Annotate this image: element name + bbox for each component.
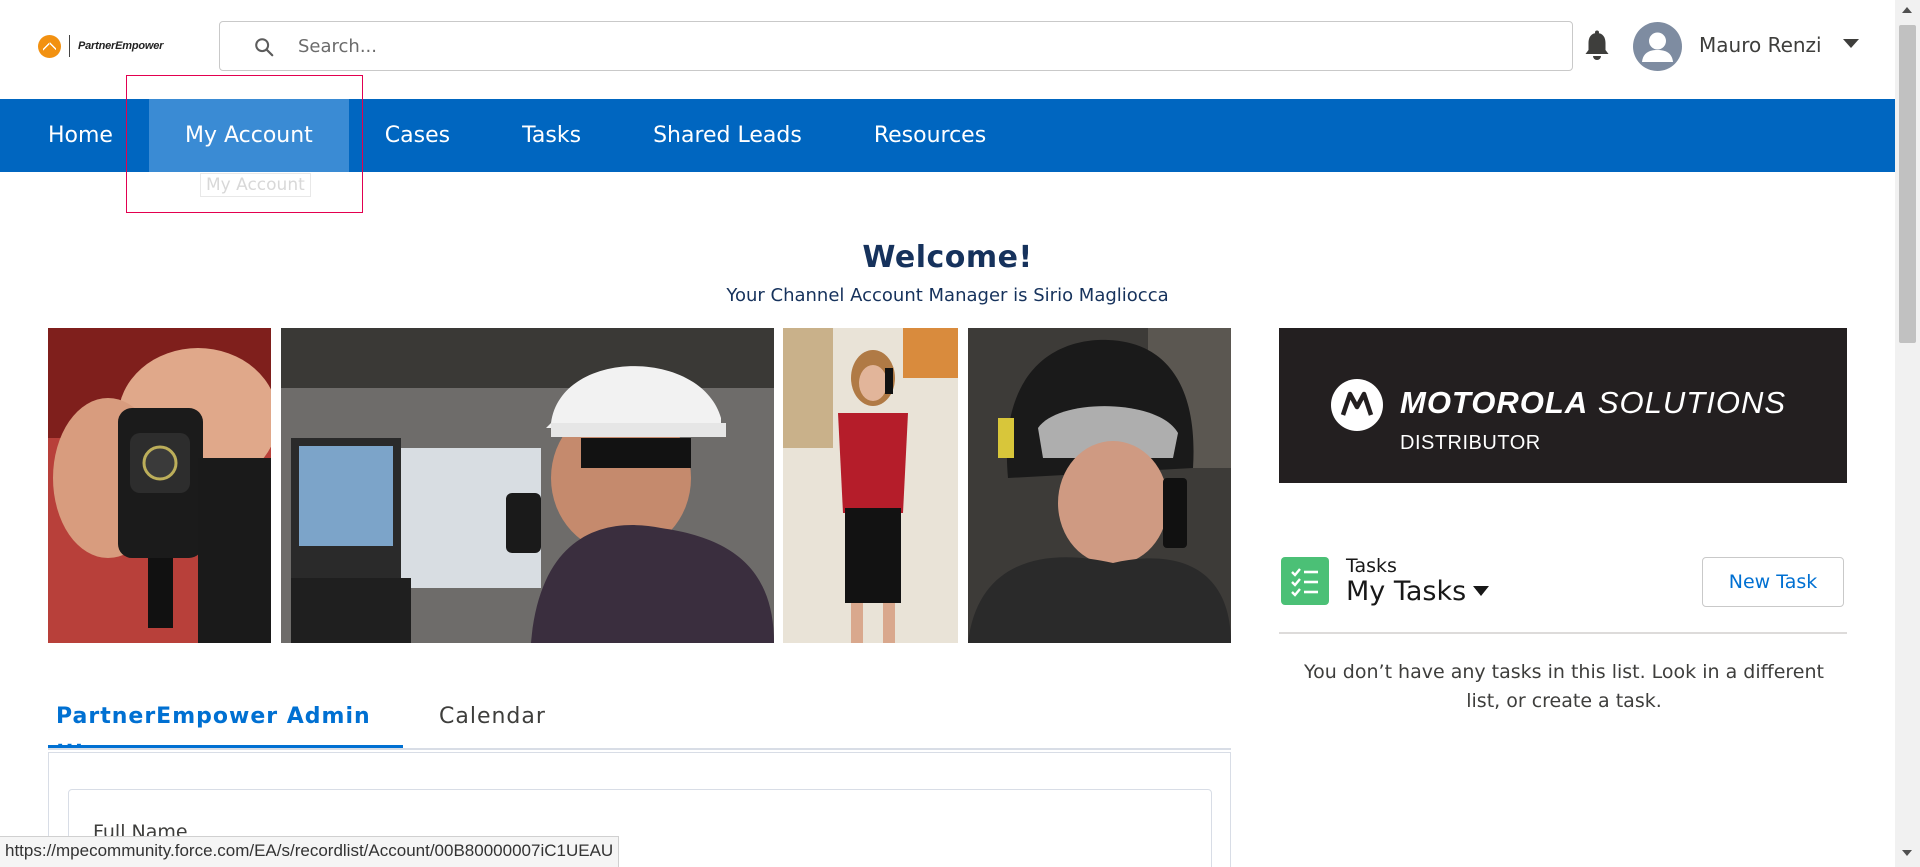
tabs-underline <box>48 748 1231 750</box>
nav-item-shared-leads[interactable]: Shared Leads <box>617 99 838 172</box>
motorola-m-logo-icon <box>1331 379 1383 431</box>
scroll-up-arrow-icon[interactable] <box>1902 7 1912 13</box>
nav-item-my-account[interactable]: My Account <box>148 99 349 172</box>
nav-item-home[interactable]: Home <box>0 99 149 172</box>
tab-calendar[interactable]: Calendar <box>439 704 546 748</box>
new-task-button[interactable]: New Task <box>1702 557 1844 607</box>
nav-item-tasks[interactable]: Tasks <box>486 99 617 172</box>
firefighter-radio-image <box>968 328 1231 643</box>
page-scrollbar[interactable] <box>1895 0 1920 867</box>
radio-closeup-image <box>48 328 271 643</box>
tab-partnerempower-admin[interactable]: PartnerEmpower Admin ... <box>48 704 403 754</box>
scroll-down-arrow-icon[interactable] <box>1902 850 1912 856</box>
tasks-empty-message: You don’t have any tasks in this list. L… <box>1304 661 1824 712</box>
search-icon <box>255 38 274 57</box>
tasks-divider <box>1279 632 1847 634</box>
logo-text: PartnerEmpower <box>78 40 164 52</box>
channel-manager-text: Your Channel Account Manager is Sirio Ma… <box>726 285 1169 306</box>
logo-divider <box>69 35 70 57</box>
user-avatar[interactable] <box>1633 22 1682 71</box>
woman-radio-image <box>783 328 958 643</box>
partner-empower-logo[interactable]: PartnerEmpower <box>38 34 163 58</box>
scrollbar-thumb[interactable] <box>1899 25 1916 343</box>
status-bar-url: https://mpecommunity.force.com/EA/s/reco… <box>0 836 620 867</box>
global-search[interactable] <box>219 21 1573 71</box>
top-header: PartnerEmpower Mauro Renzi <box>0 0 1895 99</box>
search-input[interactable] <box>298 23 1558 69</box>
motorola-distributor-banner: MOTOROLA SOLUTIONS DISTRIBUTOR <box>1279 328 1847 483</box>
banner-brand-text: MOTOROLA SOLUTIONS <box>1400 385 1787 420</box>
chevron-down-icon[interactable] <box>1473 586 1489 596</box>
banner-subtitle: DISTRIBUTOR <box>1400 432 1541 454</box>
user-name[interactable]: Mauro Renzi <box>1699 33 1822 57</box>
user-icon <box>1642 32 1673 62</box>
nav-tooltip: My Account <box>200 173 311 197</box>
tasks-list-icon <box>1281 557 1329 605</box>
page: PartnerEmpower Mauro Renzi Home My Accou… <box>0 0 1920 867</box>
motorola-logo-icon <box>38 34 61 58</box>
tasks-list-selector[interactable]: My Tasks <box>1346 576 1466 607</box>
nav-item-resources[interactable]: Resources <box>838 99 1022 172</box>
vehicle-worker-image <box>281 328 774 643</box>
main-navigation: Home My Account Cases Tasks Shared Leads… <box>0 99 1895 172</box>
tasks-header-label: Tasks <box>1346 555 1397 577</box>
chevron-down-icon[interactable] <box>1843 39 1859 48</box>
welcome-title: Welcome! <box>862 240 1033 275</box>
notification-bell-icon[interactable] <box>1582 30 1612 62</box>
nav-item-cases[interactable]: Cases <box>349 99 486 172</box>
